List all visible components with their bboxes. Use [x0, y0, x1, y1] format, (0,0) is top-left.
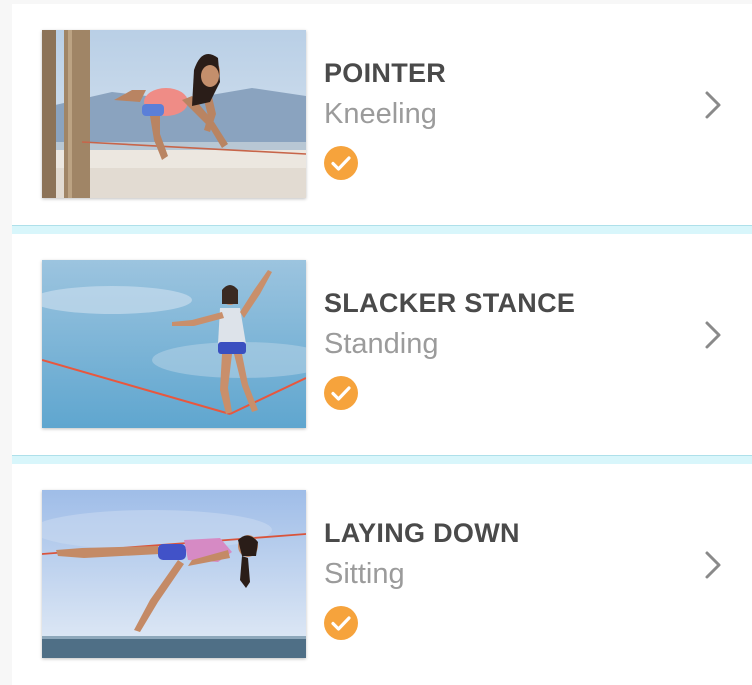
- pose-title: SLACKER STANCE: [324, 288, 576, 318]
- pose-title: POINTER: [324, 58, 447, 88]
- chevron-right-icon[interactable]: [702, 90, 724, 120]
- pose-thumbnail: [42, 30, 306, 198]
- pose-subtitle: Kneeling: [324, 98, 437, 130]
- chevron-right-icon[interactable]: [702, 550, 724, 580]
- row-divider: [12, 455, 752, 464]
- pose-row-slacker-stance[interactable]: SLACKER STANCE Standing: [12, 234, 752, 455]
- pose-list: POINTER Kneeling SLACKER STANCE Standing…: [12, 4, 752, 685]
- pose-row-laying-down[interactable]: LAYING DOWN Sitting: [12, 464, 752, 685]
- check-circle-icon: [324, 606, 358, 640]
- check-circle-icon: [324, 376, 358, 410]
- pose-subtitle: Sitting: [324, 558, 405, 590]
- row-divider: [12, 225, 752, 234]
- pose-row-pointer[interactable]: POINTER Kneeling: [12, 4, 752, 225]
- check-circle-icon: [324, 146, 358, 180]
- pose-title: LAYING DOWN: [324, 518, 520, 548]
- pose-thumbnail: [42, 490, 306, 658]
- pose-thumbnail: [42, 260, 306, 428]
- chevron-right-icon[interactable]: [702, 320, 724, 350]
- pose-subtitle: Standing: [324, 328, 439, 360]
